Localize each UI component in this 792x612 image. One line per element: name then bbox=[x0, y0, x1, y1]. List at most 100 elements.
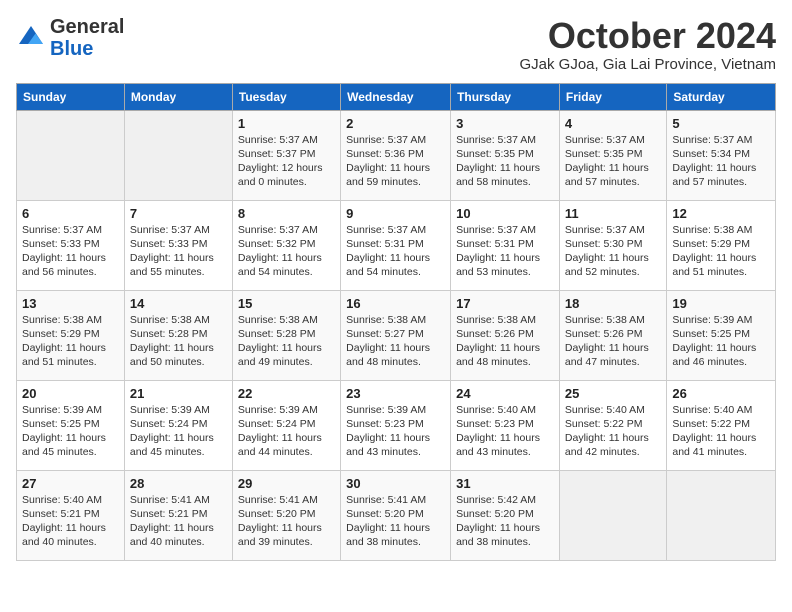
weekday-header-row: SundayMondayTuesdayWednesdayThursdayFrid… bbox=[17, 83, 776, 110]
calendar-cell: 23 Sunrise: 5:39 AMSunset: 5:23 PMDayligh… bbox=[341, 380, 451, 470]
cell-daylight-info: Sunrise: 5:38 AMSunset: 5:29 PMDaylight:… bbox=[672, 223, 770, 280]
calendar-cell: 30Sunrise: 5:41 AMSunset: 5:20 PMDayligh… bbox=[341, 470, 451, 560]
cell-daylight-info: Sunrise: 5:38 AMSunset: 5:26 PMDaylight:… bbox=[565, 313, 661, 370]
calendar-body: 1 Sunrise: 5:37 AMSunset: 5:37 PMDaylight… bbox=[17, 110, 776, 560]
cell-daylight-info: Sunrise: 5:38 AMSunset: 5:28 PMDaylight:… bbox=[130, 313, 227, 370]
calendar-cell: 21 Sunrise: 5:39 AMSunset: 5:24 PMDayligh… bbox=[124, 380, 232, 470]
calendar-cell: 17 Sunrise: 5:38 AMSunset: 5:26 PMDayligh… bbox=[451, 290, 560, 380]
cell-daylight-info: Sunrise: 5:37 AMSunset: 5:37 PMDaylight:… bbox=[238, 133, 335, 190]
calendar-cell bbox=[124, 110, 232, 200]
month-title: October 2024 bbox=[519, 16, 776, 56]
cell-day-number: 29 bbox=[238, 476, 335, 491]
calendar-cell: 12Sunrise: 5:38 AMSunset: 5:29 PMDayligh… bbox=[667, 200, 776, 290]
cell-day-number: 31 bbox=[456, 476, 554, 491]
cell-daylight-info: Sunrise: 5:39 AMSunset: 5:23 PMDaylight:… bbox=[346, 403, 445, 460]
calendar-cell: 26 Sunrise: 5:40 AMSunset: 5:22 PMDayligh… bbox=[667, 380, 776, 470]
cell-daylight-info: Sunrise: 5:37 AMSunset: 5:35 PMDaylight:… bbox=[565, 133, 661, 190]
cell-day-number: 1 bbox=[238, 116, 335, 131]
calendar-cell: 28 Sunrise: 5:41 AMSunset: 5:21 PMDayligh… bbox=[124, 470, 232, 560]
calendar-cell: 15 Sunrise: 5:38 AMSunset: 5:28 PMDayligh… bbox=[232, 290, 340, 380]
logo-icon bbox=[16, 23, 46, 53]
cell-daylight-info: Sunrise: 5:39 AMSunset: 5:25 PMDaylight:… bbox=[672, 313, 770, 370]
calendar-cell: 9Sunrise: 5:37 AMSunset: 5:31 PMDaylight… bbox=[341, 200, 451, 290]
cell-day-number: 18 bbox=[565, 296, 661, 311]
cell-daylight-info: Sunrise: 5:41 AMSunset: 5:21 PMDaylight:… bbox=[130, 493, 227, 550]
page-header: General Blue October 2024 GJak GJoa, Gia… bbox=[16, 16, 776, 73]
calendar-cell: 27Sunrise: 5:40 AMSunset: 5:21 PMDayligh… bbox=[17, 470, 125, 560]
cell-day-number: 13 bbox=[22, 296, 119, 311]
cell-daylight-info: Sunrise: 5:42 AMSunset: 5:20 PMDaylight:… bbox=[456, 493, 554, 550]
cell-day-number: 8 bbox=[238, 206, 335, 221]
calendar-cell: 3 Sunrise: 5:37 AMSunset: 5:35 PMDaylight… bbox=[451, 110, 560, 200]
cell-daylight-info: Sunrise: 5:37 AMSunset: 5:31 PMDaylight:… bbox=[346, 223, 445, 280]
cell-day-number: 25 bbox=[565, 386, 661, 401]
calendar-table: SundayMondayTuesdayWednesdayThursdayFrid… bbox=[16, 83, 776, 561]
cell-day-number: 11 bbox=[565, 206, 661, 221]
title-block: October 2024 GJak GJoa, Gia Lai Province… bbox=[519, 16, 776, 73]
cell-daylight-info: Sunrise: 5:37 AMSunset: 5:34 PMDaylight:… bbox=[672, 133, 770, 190]
calendar-cell bbox=[559, 470, 666, 560]
logo-general: General bbox=[50, 16, 124, 38]
cell-daylight-info: Sunrise: 5:37 AMSunset: 5:33 PMDaylight:… bbox=[130, 223, 227, 280]
cell-day-number: 26 bbox=[672, 386, 770, 401]
calendar-cell: 8 Sunrise: 5:37 AMSunset: 5:32 PMDaylight… bbox=[232, 200, 340, 290]
cell-day-number: 10 bbox=[456, 206, 554, 221]
cell-daylight-info: Sunrise: 5:38 AMSunset: 5:28 PMDaylight:… bbox=[238, 313, 335, 370]
cell-day-number: 15 bbox=[238, 296, 335, 311]
calendar-cell: 13Sunrise: 5:38 AMSunset: 5:29 PMDayligh… bbox=[17, 290, 125, 380]
logo: General Blue bbox=[16, 16, 124, 60]
calendar-cell: 25Sunrise: 5:40 AMSunset: 5:22 PMDayligh… bbox=[559, 380, 666, 470]
calendar-cell: 7 Sunrise: 5:37 AMSunset: 5:33 PMDaylight… bbox=[124, 200, 232, 290]
calendar-cell: 10Sunrise: 5:37 AMSunset: 5:31 PMDayligh… bbox=[451, 200, 560, 290]
calendar-cell: 20 Sunrise: 5:39 AMSunset: 5:25 PMDayligh… bbox=[17, 380, 125, 470]
weekday-header-thursday: Thursday bbox=[451, 83, 560, 110]
calendar-week-row: 6Sunrise: 5:37 AMSunset: 5:33 PMDaylight… bbox=[17, 200, 776, 290]
cell-day-number: 23 bbox=[346, 386, 445, 401]
cell-day-number: 17 bbox=[456, 296, 554, 311]
cell-daylight-info: Sunrise: 5:37 AMSunset: 5:35 PMDaylight:… bbox=[456, 133, 554, 190]
calendar-cell: 11 Sunrise: 5:37 AMSunset: 5:30 PMDayligh… bbox=[559, 200, 666, 290]
cell-day-number: 7 bbox=[130, 206, 227, 221]
calendar-cell: 5 Sunrise: 5:37 AMSunset: 5:34 PMDaylight… bbox=[667, 110, 776, 200]
weekday-header-wednesday: Wednesday bbox=[341, 83, 451, 110]
calendar-cell: 31 Sunrise: 5:42 AMSunset: 5:20 PMDayligh… bbox=[451, 470, 560, 560]
weekday-header-tuesday: Tuesday bbox=[232, 83, 340, 110]
cell-day-number: 24 bbox=[456, 386, 554, 401]
calendar-cell: 2 Sunrise: 5:37 AMSunset: 5:36 PMDaylight… bbox=[341, 110, 451, 200]
cell-daylight-info: Sunrise: 5:37 AMSunset: 5:30 PMDaylight:… bbox=[565, 223, 661, 280]
cell-day-number: 14 bbox=[130, 296, 227, 311]
calendar-cell bbox=[17, 110, 125, 200]
cell-daylight-info: Sunrise: 5:39 AMSunset: 5:24 PMDaylight:… bbox=[130, 403, 227, 460]
calendar-cell bbox=[667, 470, 776, 560]
cell-daylight-info: Sunrise: 5:37 AMSunset: 5:33 PMDaylight:… bbox=[22, 223, 119, 280]
calendar-cell: 4Sunrise: 5:37 AMSunset: 5:35 PMDaylight… bbox=[559, 110, 666, 200]
calendar-cell: 29 Sunrise: 5:41 AMSunset: 5:20 PMDayligh… bbox=[232, 470, 340, 560]
cell-daylight-info: Sunrise: 5:37 AMSunset: 5:36 PMDaylight:… bbox=[346, 133, 445, 190]
cell-day-number: 21 bbox=[130, 386, 227, 401]
cell-daylight-info: Sunrise: 5:39 AMSunset: 5:24 PMDaylight:… bbox=[238, 403, 335, 460]
calendar-cell: 22Sunrise: 5:39 AMSunset: 5:24 PMDayligh… bbox=[232, 380, 340, 470]
cell-daylight-info: Sunrise: 5:37 AMSunset: 5:32 PMDaylight:… bbox=[238, 223, 335, 280]
calendar-week-row: 27Sunrise: 5:40 AMSunset: 5:21 PMDayligh… bbox=[17, 470, 776, 560]
cell-day-number: 20 bbox=[22, 386, 119, 401]
cell-daylight-info: Sunrise: 5:38 AMSunset: 5:27 PMDaylight:… bbox=[346, 313, 445, 370]
cell-day-number: 28 bbox=[130, 476, 227, 491]
logo-blue: Blue bbox=[50, 38, 93, 60]
cell-daylight-info: Sunrise: 5:41 AMSunset: 5:20 PMDaylight:… bbox=[238, 493, 335, 550]
calendar-cell: 18 Sunrise: 5:38 AMSunset: 5:26 PMDayligh… bbox=[559, 290, 666, 380]
cell-day-number: 3 bbox=[456, 116, 554, 131]
calendar-week-row: 13Sunrise: 5:38 AMSunset: 5:29 PMDayligh… bbox=[17, 290, 776, 380]
weekday-header-monday: Monday bbox=[124, 83, 232, 110]
cell-day-number: 2 bbox=[346, 116, 445, 131]
cell-daylight-info: Sunrise: 5:38 AMSunset: 5:26 PMDaylight:… bbox=[456, 313, 554, 370]
cell-day-number: 16 bbox=[346, 296, 445, 311]
calendar-cell: 16 Sunrise: 5:38 AMSunset: 5:27 PMDayligh… bbox=[341, 290, 451, 380]
location-subtitle: GJak GJoa, Gia Lai Province, Vietnam bbox=[519, 56, 776, 73]
weekday-header-friday: Friday bbox=[559, 83, 666, 110]
cell-daylight-info: Sunrise: 5:40 AMSunset: 5:23 PMDaylight:… bbox=[456, 403, 554, 460]
calendar-header: SundayMondayTuesdayWednesdayThursdayFrid… bbox=[17, 83, 776, 110]
cell-daylight-info: Sunrise: 5:40 AMSunset: 5:21 PMDaylight:… bbox=[22, 493, 119, 550]
cell-daylight-info: Sunrise: 5:39 AMSunset: 5:25 PMDaylight:… bbox=[22, 403, 119, 460]
cell-daylight-info: Sunrise: 5:40 AMSunset: 5:22 PMDaylight:… bbox=[672, 403, 770, 460]
cell-day-number: 5 bbox=[672, 116, 770, 131]
